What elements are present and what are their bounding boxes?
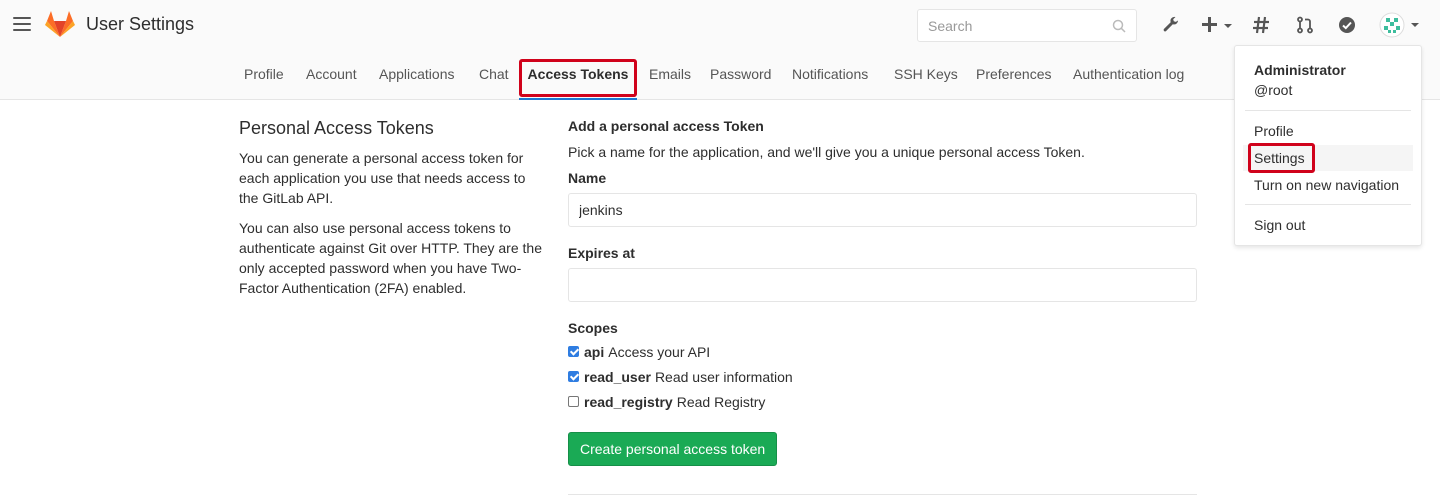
tab-emails[interactable]: Emails	[649, 55, 691, 100]
search-box[interactable]	[917, 9, 1137, 42]
search-input[interactable]	[918, 10, 1098, 41]
scopes-label: Scopes	[568, 320, 618, 336]
page-title: User Settings	[86, 14, 195, 34]
info-paragraph-1: You can generate a personal access token…	[239, 150, 526, 206]
dropdown-divider	[1245, 204, 1411, 205]
new-item-plus-icon[interactable]	[1200, 13, 1236, 37]
tab-authentication-log[interactable]: Authentication log	[1073, 55, 1184, 100]
tab-access-tokens[interactable]: Access Tokens	[519, 55, 637, 100]
dropdown-divider	[1245, 110, 1411, 111]
scope-api-checkbox[interactable]	[568, 346, 579, 357]
search-icon	[1112, 19, 1126, 33]
snippets-hash-icon[interactable]	[1250, 13, 1272, 37]
tab-chat[interactable]: Chat	[479, 55, 509, 100]
scope-read-user[interactable]: read_user Read user information	[568, 364, 1197, 389]
scope-name: read_registry	[584, 393, 673, 410]
user-avatar-dropdown[interactable]	[1378, 12, 1420, 38]
dropdown-item-new-navigation[interactable]: Turn on new navigation	[1243, 172, 1413, 198]
scope-api[interactable]: api Access your API	[568, 339, 1197, 364]
admin-wrench-icon[interactable]	[1160, 13, 1182, 37]
scope-read-registry[interactable]: read_registry Read Registry	[568, 389, 1197, 414]
gitlab-logo-icon[interactable]	[45, 10, 75, 38]
form-description: Pick a name for the application, and we'…	[568, 144, 1085, 160]
tab-password[interactable]: Password	[710, 55, 771, 100]
create-token-button[interactable]: Create personal access token	[568, 432, 778, 466]
section-heading: Personal Access Tokens	[239, 118, 434, 138]
expires-at-input[interactable]	[568, 268, 1197, 302]
form-divider	[568, 494, 1197, 495]
scope-description: Access your API	[608, 343, 711, 360]
info-paragraph-2: You can also use personal access tokens …	[239, 220, 542, 296]
add-token-form: Add a personal access Token Pick a name …	[568, 118, 1197, 466]
form-heading: Add a personal access Token	[568, 118, 764, 134]
dropdown-item-settings[interactable]: Settings	[1243, 145, 1413, 171]
scope-description: Read Registry	[676, 393, 766, 410]
expires-label: Expires at	[568, 245, 635, 261]
tokens-info-panel: Personal Access Tokens You can generate …	[239, 118, 544, 308]
scope-read-registry-checkbox[interactable]	[568, 396, 579, 407]
tab-applications[interactable]: Applications	[379, 55, 455, 100]
name-label: Name	[568, 170, 607, 186]
user-dropdown-menu: Administrator @root Profile Settings Tur…	[1234, 45, 1422, 246]
hamburger-menu-icon[interactable]	[13, 17, 31, 33]
merge-requests-icon[interactable]	[1294, 13, 1316, 37]
tab-preferences[interactable]: Preferences	[976, 55, 1051, 100]
scope-description: Read user information	[654, 368, 793, 385]
dropdown-username: @root	[1254, 82, 1293, 98]
scope-name: read_user	[584, 368, 651, 385]
dropdown-item-sign-out[interactable]: Sign out	[1243, 212, 1413, 238]
scope-read-user-checkbox[interactable]	[568, 371, 579, 382]
tab-ssh-keys[interactable]: SSH Keys	[894, 55, 958, 100]
dropdown-item-profile[interactable]: Profile	[1243, 118, 1413, 144]
top-navbar: User Settings Search Profile Account App…	[0, 0, 1440, 100]
todos-check-icon[interactable]	[1336, 13, 1358, 37]
tab-account[interactable]: Account	[306, 55, 357, 100]
tab-notifications[interactable]: Notifications	[792, 55, 868, 100]
dropdown-user-name: Administrator	[1254, 62, 1346, 78]
settings-tabs: Profile Account Applications Chat Access…	[0, 55, 1440, 100]
scope-name: api	[584, 343, 605, 360]
token-name-input[interactable]	[568, 193, 1197, 227]
tab-profile[interactable]: Profile	[244, 55, 284, 100]
